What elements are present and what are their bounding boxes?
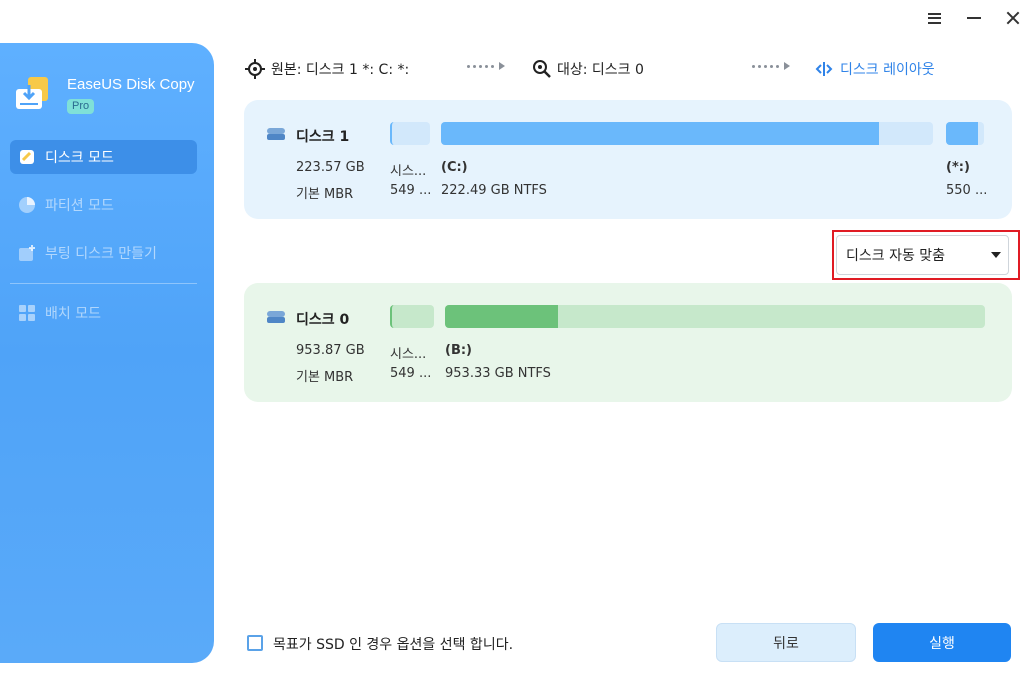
partition-label: 시스... bbox=[390, 347, 427, 362]
target-disk-type: 기본 MBR bbox=[296, 370, 354, 385]
nav-partition-mode[interactable]: 파티션 모드 bbox=[10, 188, 197, 222]
partition-mode-icon bbox=[17, 195, 37, 215]
source-path: 원본: 디스크 1 *: C: *: bbox=[245, 58, 409, 80]
source-path-label: 원본: 디스크 1 *: C: *: bbox=[271, 62, 410, 78]
crosshair-icon bbox=[245, 59, 265, 79]
target-search-icon bbox=[533, 60, 551, 78]
partition-detail: 222.49 GB NTFS bbox=[441, 183, 547, 198]
disk-layout-link[interactable]: 디스크 레이아웃 bbox=[815, 58, 935, 80]
partition-detail: 953.33 GB NTFS bbox=[445, 366, 551, 381]
nav-label: 파티션 모드 bbox=[45, 198, 114, 214]
arrow-dots-icon bbox=[752, 62, 790, 70]
app-window: EaseUS Disk Copy Pro 디스크 모드 파티션 모드 부팅 디스… bbox=[0, 0, 1033, 681]
close-icon bbox=[1006, 11, 1020, 25]
partition-detail: 549 ... bbox=[390, 366, 432, 381]
target-disk-card[interactable]: 디스크 0 953.87 GB 기본 MBR 시스... 549 ... (B:… bbox=[244, 283, 1012, 402]
source-disk-type: 기본 MBR bbox=[296, 187, 354, 202]
nav-label: 부팅 디스크 만들기 bbox=[45, 246, 157, 262]
arrow-dots-icon bbox=[467, 62, 505, 70]
partition-used-fill bbox=[445, 305, 559, 328]
ssd-option-checkbox[interactable] bbox=[247, 635, 263, 651]
target-disk-name: 디스크 0 bbox=[296, 312, 350, 328]
menu-icon bbox=[927, 12, 941, 24]
app-logo-icon bbox=[16, 77, 48, 109]
partition-label: (*:) bbox=[946, 160, 970, 175]
target-disk-size: 953.87 GB bbox=[296, 343, 365, 358]
batch-mode-icon bbox=[17, 303, 37, 323]
partition-used-fill bbox=[946, 122, 978, 145]
nav-label: 디스크 모드 bbox=[45, 150, 114, 166]
ssd-option-label: 목표가 SSD 인 경우 옵션을 선택 합니다. bbox=[273, 637, 514, 653]
partition-label: (B:) bbox=[445, 343, 472, 358]
target-path: 대상: 디스크 0 bbox=[532, 58, 644, 80]
partition-detail: 550 ... bbox=[946, 183, 988, 198]
disk-layout-label: 디스크 레이아웃 bbox=[840, 62, 935, 78]
nav-bootable-disk[interactable]: 부팅 디스크 만들기 bbox=[10, 236, 197, 270]
app-name: EaseUS Disk Copy bbox=[67, 76, 195, 93]
close-button[interactable] bbox=[1001, 8, 1025, 28]
nav-batch-mode[interactable]: 배치 모드 bbox=[10, 296, 197, 330]
minimize-button[interactable] bbox=[962, 8, 986, 28]
partition-bar-system[interactable] bbox=[390, 305, 434, 328]
hard-drive-icon bbox=[267, 128, 285, 140]
partition-bar-system[interactable] bbox=[390, 122, 430, 145]
nav-label: 배치 모드 bbox=[45, 306, 101, 322]
partition-label: 시스... bbox=[390, 164, 427, 179]
partition-used-fill bbox=[441, 122, 879, 145]
layout-split-icon bbox=[815, 62, 833, 76]
run-button[interactable]: 실행 bbox=[873, 623, 1011, 662]
back-button[interactable]: 뒤로 bbox=[716, 623, 856, 662]
minimize-icon bbox=[967, 17, 981, 19]
target-path-label: 대상: 디스크 0 bbox=[557, 62, 644, 78]
partition-bar-c[interactable] bbox=[441, 122, 933, 145]
caret-down-icon bbox=[991, 252, 1001, 258]
pro-badge: Pro bbox=[67, 99, 95, 114]
partition-detail: 549 ... bbox=[390, 183, 432, 198]
sidebar-divider bbox=[10, 283, 197, 284]
source-disk-size: 223.57 GB bbox=[296, 160, 365, 175]
nav-disk-mode[interactable]: 디스크 모드 bbox=[10, 140, 197, 174]
dropdown-selected: 디스크 자동 맞춤 bbox=[846, 248, 946, 264]
menu-button[interactable] bbox=[922, 8, 946, 28]
source-disk-name: 디스크 1 bbox=[296, 129, 350, 145]
partition-label: (C:) bbox=[441, 160, 468, 175]
bootable-disk-icon bbox=[17, 243, 37, 263]
disk-mode-icon bbox=[17, 147, 37, 167]
disk-layout-dropdown[interactable]: 디스크 자동 맞춤 bbox=[836, 235, 1009, 275]
hard-drive-icon bbox=[267, 311, 285, 323]
sidebar: EaseUS Disk Copy Pro 디스크 모드 파티션 모드 부팅 디스… bbox=[0, 43, 214, 663]
source-disk-card[interactable]: 디스크 1 223.57 GB 기본 MBR 시스... 549 ... (C:… bbox=[244, 100, 1012, 219]
partition-bar-b[interactable] bbox=[445, 305, 985, 328]
partition-bar-unlettered[interactable] bbox=[946, 122, 984, 145]
